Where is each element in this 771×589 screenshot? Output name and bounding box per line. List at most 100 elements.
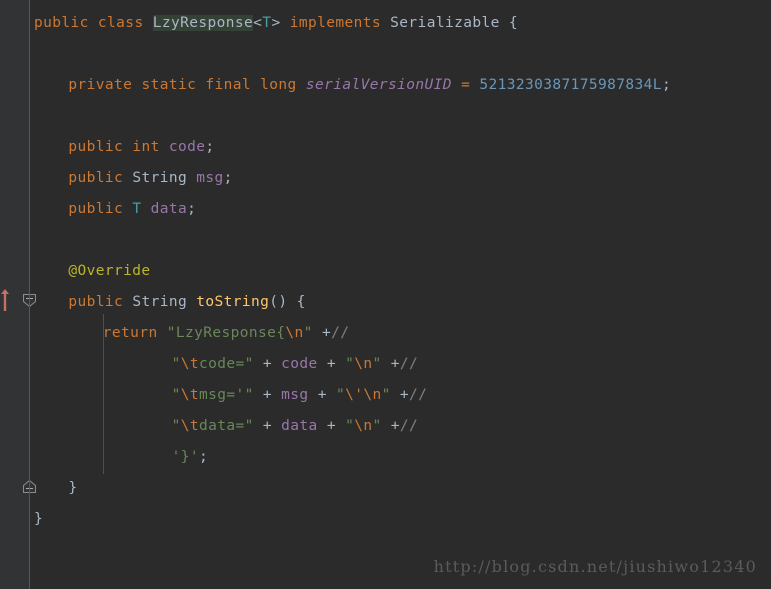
code-token: class xyxy=(97,15,144,31)
code-token: ; xyxy=(223,170,233,186)
code-token: = xyxy=(461,77,471,93)
code-token: \t xyxy=(180,356,199,372)
code-token: msg xyxy=(196,170,224,186)
code-token: 5213230387175987834L xyxy=(479,77,662,93)
code-token: LzyResponse xyxy=(152,15,254,31)
code-token: " xyxy=(171,387,181,403)
code-token: " xyxy=(372,356,382,372)
code-token: implements xyxy=(289,15,382,31)
code-line[interactable]: "\tcode=" + code + "\n" +// xyxy=(30,349,418,380)
code-token: code=" xyxy=(199,356,254,372)
code-token: () { xyxy=(269,294,306,310)
code-token: + xyxy=(253,356,282,372)
code-token: data xyxy=(281,418,318,434)
code-line[interactable]: @Override xyxy=(30,256,151,287)
code-token: toString xyxy=(196,294,270,310)
code-line[interactable]: public class LzyResponse<T> implements S… xyxy=(30,8,518,39)
code-line[interactable]: public T data; xyxy=(30,194,196,225)
code-token: \t xyxy=(180,387,199,403)
code-token: String xyxy=(132,294,188,310)
editor-gutter[interactable] xyxy=(0,0,36,589)
code-line[interactable]: "\tmsg='" + msg + "\'\n" +// xyxy=(30,380,427,411)
code-token: // xyxy=(399,356,419,372)
code-text-area[interactable]: public class LzyResponse<T> implements S… xyxy=(30,0,771,589)
code-line[interactable]: return "LzyResponse{\n" +// xyxy=(30,318,349,349)
code-token: @Override xyxy=(68,263,151,279)
code-token: + xyxy=(253,387,282,403)
code-token: + xyxy=(308,387,336,403)
code-line[interactable]: private static final long serialVersionU… xyxy=(30,70,671,101)
code-token: " xyxy=(303,325,313,341)
code-token: ; xyxy=(187,201,197,217)
code-token: msg='" xyxy=(199,387,254,403)
code-token: " xyxy=(381,387,391,403)
code-token: + xyxy=(317,356,346,372)
code-line[interactable]: } xyxy=(30,473,78,504)
run-method-arrow-icon[interactable] xyxy=(0,288,10,316)
code-token: private xyxy=(68,77,133,93)
code-token: } xyxy=(68,480,78,496)
code-token: final xyxy=(205,77,252,93)
code-token: \' xyxy=(345,387,364,403)
code-token: > xyxy=(271,15,281,31)
code-token: + xyxy=(253,418,282,434)
code-token: String xyxy=(132,170,188,186)
code-token: // xyxy=(409,387,428,403)
code-token: public xyxy=(68,294,124,310)
watermark-text: http://blog.csdn.net/jiushiwo12340 xyxy=(433,557,757,576)
code-token: "LzyResponse{ xyxy=(166,325,286,341)
code-token: return xyxy=(102,325,158,341)
code-token: '}' xyxy=(171,449,199,465)
code-token: public xyxy=(68,139,124,155)
code-token: ; xyxy=(205,139,215,155)
code-token: public xyxy=(34,15,89,31)
code-token: " xyxy=(171,418,181,434)
code-token: \n xyxy=(354,356,373,372)
code-token: + xyxy=(317,418,346,434)
code-line[interactable]: public String toString() { xyxy=(30,287,306,318)
code-token: public xyxy=(68,201,124,217)
code-line[interactable]: public String msg; xyxy=(30,163,233,194)
code-token: + xyxy=(390,418,400,434)
gutter-divider xyxy=(29,0,30,589)
code-editor-window: public class LzyResponse<T> implements S… xyxy=(0,0,771,589)
code-token: msg xyxy=(281,387,309,403)
code-line[interactable]: public int code; xyxy=(30,132,215,163)
code-line[interactable]: "\tdata=" + data + "\n" +// xyxy=(30,411,418,442)
code-token: " xyxy=(335,387,346,403)
code-token: data=" xyxy=(199,418,254,434)
code-token: + xyxy=(399,387,410,403)
code-token: int xyxy=(132,139,160,155)
code-token: " xyxy=(171,356,181,372)
code-token: static xyxy=(141,77,197,93)
code-token: Serializable xyxy=(390,15,500,31)
code-line[interactable]: '}'; xyxy=(30,442,208,473)
code-token: ; xyxy=(198,449,209,465)
code-token: " xyxy=(345,418,355,434)
code-token: // xyxy=(331,325,350,341)
code-token: \t xyxy=(180,418,199,434)
code-token: \n xyxy=(285,325,304,341)
code-line[interactable]: } xyxy=(30,504,43,535)
code-token: public xyxy=(68,170,124,186)
